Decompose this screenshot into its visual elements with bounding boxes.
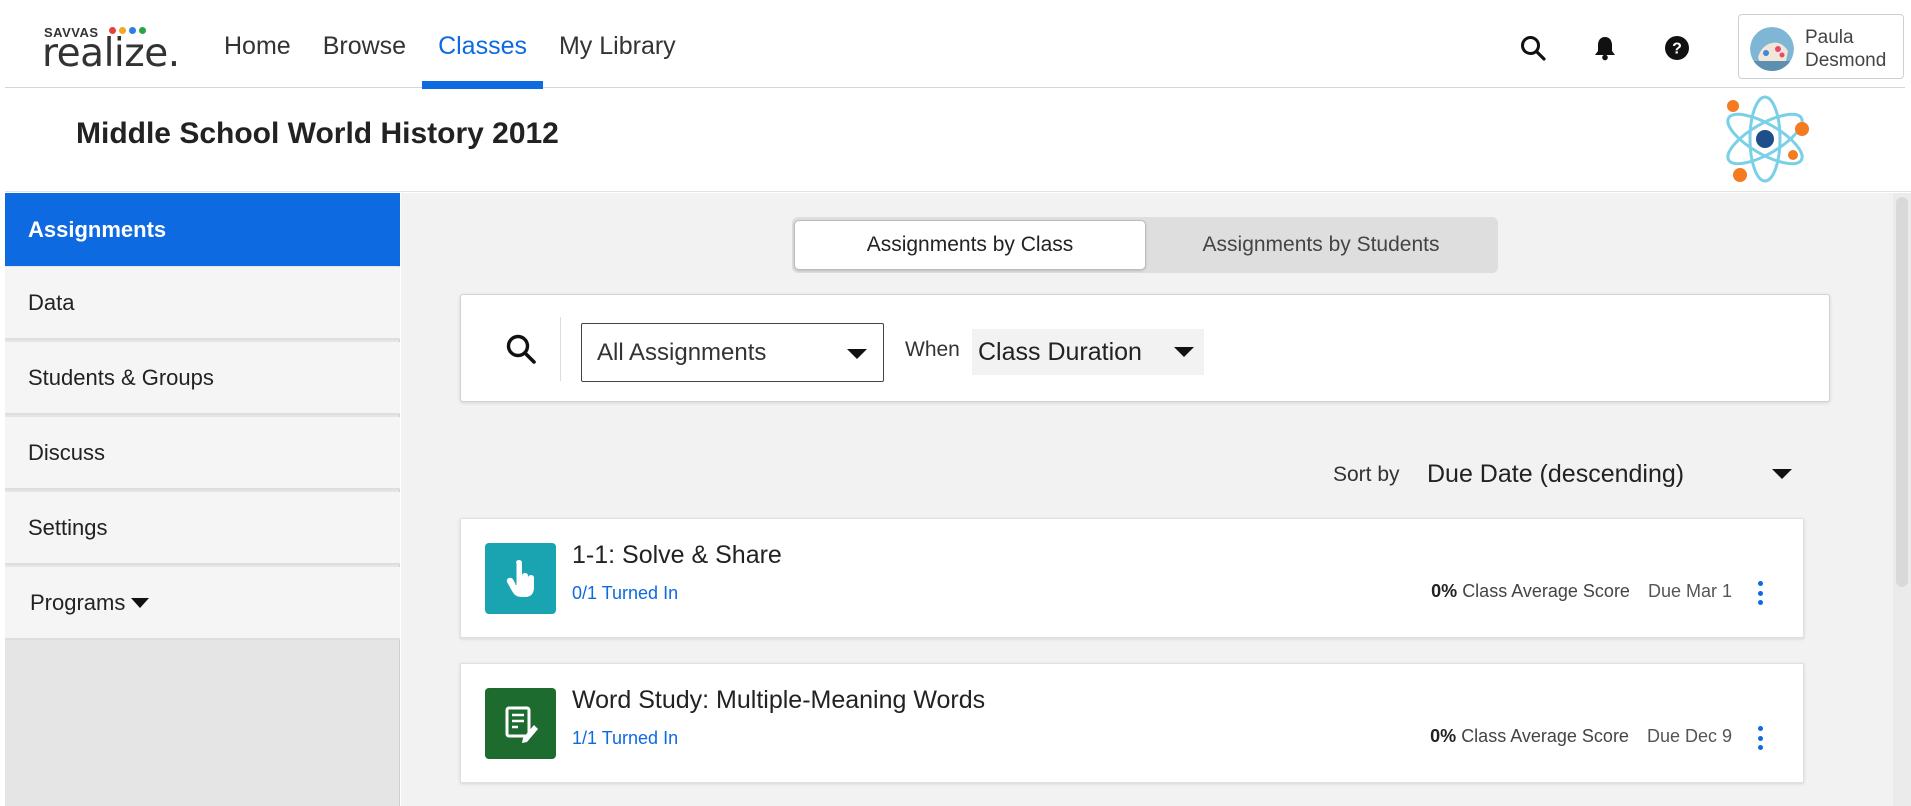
atom-icon-graphic <box>1726 95 1809 183</box>
sidebar-item-programs[interactable]: Programs <box>5 567 400 640</box>
when-label: When <box>905 338 960 361</box>
assignment-type-select[interactable]: All Assignments <box>581 323 884 382</box>
chevron-down-icon <box>1174 347 1194 357</box>
search-icon[interactable] <box>1518 33 1548 63</box>
user-menu[interactable]: Paula Desmond <box>1738 14 1904 79</box>
chevron-down-icon <box>847 349 867 359</box>
tab-assignments-by-students[interactable]: Assignments by Students <box>1146 220 1496 270</box>
class-average-label: Class Average Score <box>1462 581 1630 601</box>
chevron-down-icon <box>1772 469 1792 479</box>
assignment-due-date: Due Dec 9 <box>1646 726 1732 746</box>
scrollbar-thumb[interactable] <box>1896 197 1908 587</box>
sort-select[interactable]: Due Date (descending) <box>1427 449 1810 499</box>
svg-text:?: ? <box>1672 41 1682 58</box>
assignment-title[interactable]: Word Study: Multiple-Meaning Words <box>572 686 985 715</box>
kebab-dot <box>1757 726 1763 731</box>
assignment-type-value: All Assignments <box>597 338 767 366</box>
chevron-down-icon <box>131 597 150 608</box>
assignment-meta: 0% Class Average Score Due Mar 1 <box>1431 581 1732 602</box>
nav-home[interactable]: Home <box>208 5 307 88</box>
user-name: Paula Desmond <box>1805 26 1886 72</box>
search-icon[interactable] <box>505 333 537 365</box>
user-last-name: Desmond <box>1805 50 1887 71</box>
class-title: Middle School World History 2012 <box>76 117 559 150</box>
class-sidebar: Assignments Data Students & Groups Discu… <box>5 193 400 806</box>
hand-pointer-icon-graphic <box>506 559 534 597</box>
main-nav-links: Home Browse Classes My Library <box>208 5 692 89</box>
main-content: Assignments by Class Assignments by Stud… <box>401 193 1911 806</box>
nav-my-library[interactable]: My Library <box>543 5 692 88</box>
avatar <box>1750 27 1794 71</box>
assignment-title[interactable]: 1-1: Solve & Share <box>572 541 782 570</box>
page: SAVVAS realize. Home Browse Classes My L… <box>0 0 1911 806</box>
sidebar-item-assignments[interactable]: Assignments <box>5 193 400 266</box>
kebab-dot <box>1757 745 1763 750</box>
filter-divider <box>560 317 561 381</box>
assignment-turned-in[interactable]: 0/1 Turned In <box>572 583 678 604</box>
more-options-icon[interactable] <box>1756 581 1764 605</box>
assignment-filter-panel: All Assignments When Class Duration <box>460 294 1830 402</box>
class-header: Middle School World History 2012 <box>5 89 1911 192</box>
logo-realize-text: realize. <box>42 31 180 76</box>
when-select[interactable]: Class Duration <box>972 329 1204 375</box>
sidebar-item-settings[interactable]: Settings <box>5 492 400 565</box>
assignment-card[interactable]: 1-1: Solve & Share 0/1 Turned In 0% Clas… <box>460 518 1804 638</box>
class-average-pct: 0% <box>1430 726 1457 746</box>
help-icon[interactable]: ? <box>1662 33 1692 63</box>
sidebar-item-discuss[interactable]: Discuss <box>5 417 400 490</box>
class-average-label: Class Average Score <box>1461 726 1629 746</box>
assignments-view-toggle: Assignments by Class Assignments by Stud… <box>792 217 1498 273</box>
user-first-name: Paula <box>1805 27 1854 48</box>
sort-label: Sort by <box>1333 463 1400 486</box>
nav-browse[interactable]: Browse <box>307 5 422 88</box>
sort-value: Due Date (descending) <box>1427 459 1685 488</box>
more-options-icon[interactable] <box>1756 726 1764 750</box>
class-average-score: 0% Class Average Score <box>1431 581 1630 602</box>
assignment-card[interactable]: Word Study: Multiple-Meaning Words 1/1 T… <box>460 663 1804 783</box>
search-icon-graphic <box>1521 36 1546 61</box>
atom-icon <box>1710 89 1820 191</box>
avatar-graphic <box>1750 27 1794 71</box>
sidebar-item-programs-label: Programs <box>30 589 126 615</box>
kebab-dot <box>1757 581 1763 586</box>
when-value: Class Duration <box>978 337 1142 366</box>
kebab-dot <box>1757 735 1763 741</box>
bell-icon[interactable] <box>1590 33 1620 63</box>
kebab-dot <box>1757 600 1763 605</box>
nav-classes[interactable]: Classes <box>422 5 543 89</box>
help-icon-graphic: ? <box>1665 36 1689 60</box>
document-edit-icon <box>485 688 556 759</box>
bell-icon-graphic <box>1595 37 1615 61</box>
hand-pointer-icon <box>485 543 556 614</box>
sidebar-item-data[interactable]: Data <box>5 267 400 340</box>
assignment-due-date: Due Mar 1 <box>1647 581 1732 601</box>
filter-search-icon-graphic <box>506 334 536 364</box>
sidebar-item-students-groups[interactable]: Students & Groups <box>5 342 400 415</box>
assignment-turned-in[interactable]: 1/1 Turned In <box>572 728 678 749</box>
class-average-score: 0% Class Average Score <box>1430 726 1629 747</box>
document-edit-icon-graphic <box>505 706 538 743</box>
tab-assignments-by-class[interactable]: Assignments by Class <box>794 220 1146 270</box>
scrollbar[interactable] <box>1893 193 1911 806</box>
top-navigation: SAVVAS realize. Home Browse Classes My L… <box>5 5 1905 89</box>
assignment-meta: 0% Class Average Score Due Dec 9 <box>1430 726 1732 747</box>
class-average-pct: 0% <box>1431 581 1458 601</box>
savvas-realize-logo[interactable]: SAVVAS realize. <box>42 25 182 76</box>
kebab-dot <box>1757 590 1763 596</box>
